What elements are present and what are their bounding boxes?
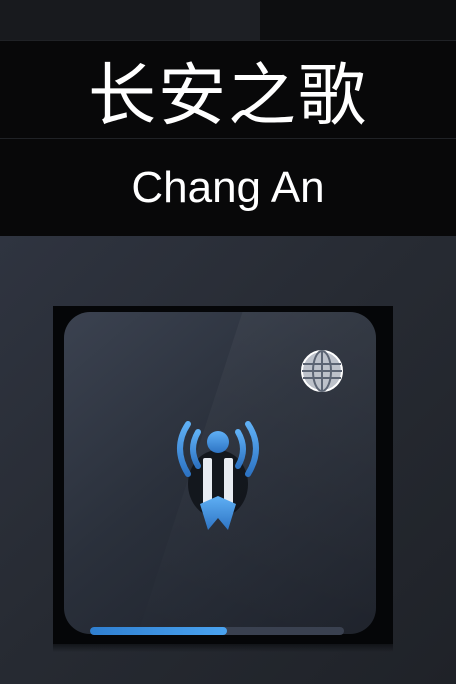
station-title-chinese: 长安之歌 [0,40,456,138]
top-bar-segment [0,0,190,40]
station-title-english: Chang An [0,138,456,236]
top-status-bar [0,0,456,40]
top-bar-segment [260,0,456,40]
globe-icon[interactable] [298,347,346,395]
station-title-banner: 长安之歌 Chang An [0,40,456,236]
top-bar-segment [190,0,260,40]
radio-broadcast-icon [177,421,259,530]
playback-progress-bar[interactable] [90,627,344,635]
progress-fill [90,627,228,635]
tile-reflection [53,644,393,652]
